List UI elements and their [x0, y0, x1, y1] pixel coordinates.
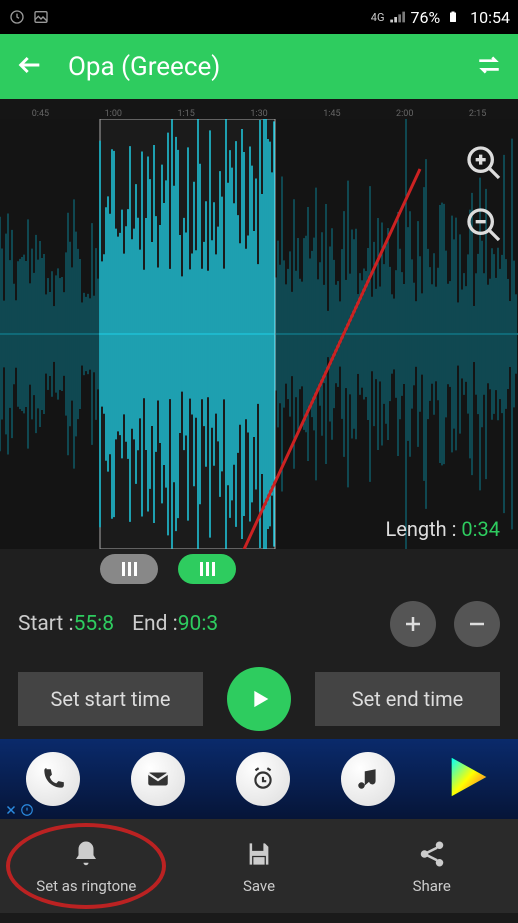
loop-icon[interactable] [476, 52, 502, 82]
nav-label: Set as ringtone [36, 877, 136, 895]
minus-button[interactable] [454, 601, 500, 647]
selection-handles [0, 549, 518, 589]
timeline-ruler: 0:45 1:00 1:15 1:30 1:45 2:00 2:15 [0, 99, 518, 119]
waveform-editor[interactable]: Length : 0:34 [0, 119, 518, 549]
bell-icon [69, 837, 103, 871]
nav-label: Share [413, 877, 451, 895]
end-value: 90:3 [178, 612, 219, 636]
action-row: Set start time Set end time [0, 659, 518, 739]
tick: 1:30 [223, 109, 296, 119]
tick: 2:00 [368, 109, 441, 119]
share-icon [415, 837, 449, 871]
tick: 2:15 [441, 109, 514, 119]
ad-music-icon [341, 752, 395, 806]
set-end-button[interactable]: Set end time [315, 672, 500, 726]
app-header: Opa (Greece) [0, 34, 518, 99]
nav-label: Save [243, 877, 275, 895]
start-value: 55:8 [74, 612, 115, 636]
network-label: 4G [371, 11, 385, 24]
clock-label: 10:54 [470, 8, 510, 27]
ad-banner[interactable] [0, 739, 518, 819]
tick: 1:00 [77, 109, 150, 119]
length-label-text: Length : [385, 517, 461, 541]
ad-play-icon [446, 754, 492, 804]
bottom-nav: Set as ringtone Save Share [0, 819, 518, 913]
image-icon [32, 8, 50, 26]
tick: 0:45 [4, 109, 77, 119]
set-start-button[interactable]: Set start time [18, 672, 203, 726]
tick: 1:15 [150, 109, 223, 119]
battery-label: 76% [410, 8, 440, 27]
set-ringtone-button[interactable]: Set as ringtone [0, 837, 173, 895]
status-bar: 4G 76% 10:54 [0, 0, 518, 34]
ad-indicator[interactable] [4, 803, 34, 817]
page-title: Opa (Greece) [68, 52, 452, 82]
signal-icon [388, 8, 406, 26]
start-label: Start : [18, 612, 74, 636]
battery-icon [444, 8, 462, 26]
time-readout-row: Start : 55:8 End : 90:3 [0, 589, 518, 659]
share-button[interactable]: Share [345, 837, 518, 895]
end-handle[interactable] [178, 554, 236, 584]
clock-icon [8, 8, 26, 26]
end-label: End : [132, 612, 178, 636]
ad-phone-icon [26, 752, 80, 806]
start-handle[interactable] [100, 554, 158, 584]
ad-alarm-icon [236, 752, 290, 806]
plus-button[interactable] [390, 601, 436, 647]
tick: 1:45 [295, 109, 368, 119]
back-icon[interactable] [16, 51, 44, 83]
length-display: Length : 0:34 [385, 517, 500, 541]
save-button[interactable]: Save [173, 837, 346, 895]
play-button[interactable] [227, 667, 291, 731]
ad-mail-icon [131, 752, 185, 806]
zoom-in-button[interactable] [462, 141, 506, 185]
zoom-out-button[interactable] [462, 203, 506, 247]
length-value: 0:34 [461, 517, 500, 541]
save-icon [242, 837, 276, 871]
